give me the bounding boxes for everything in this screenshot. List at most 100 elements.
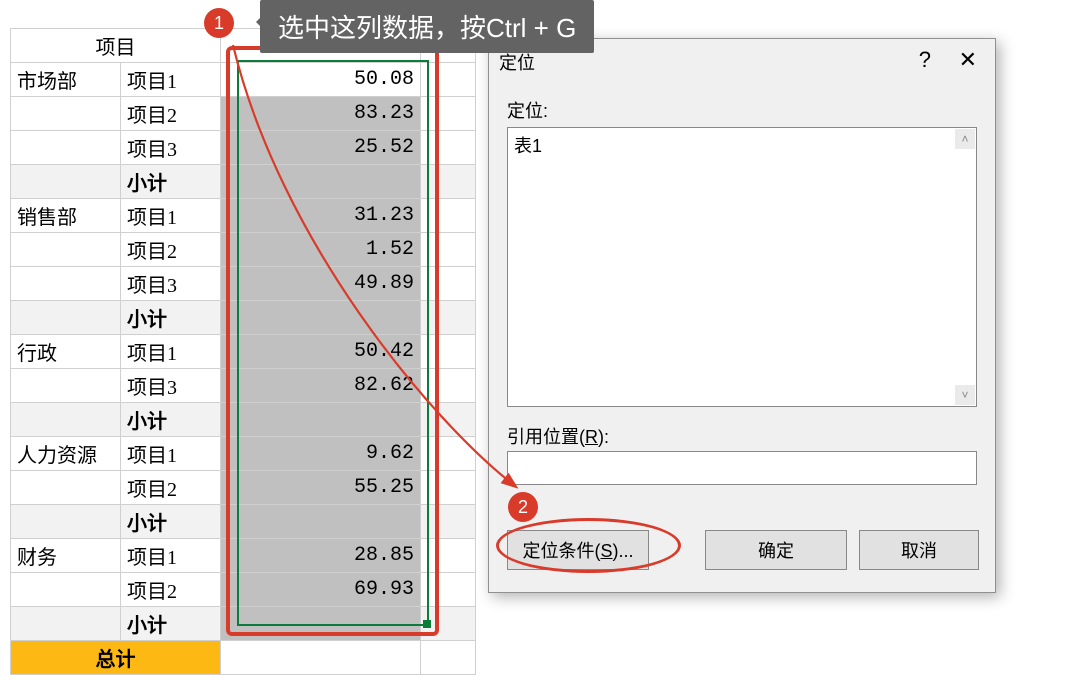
cell-dept[interactable] xyxy=(11,607,121,641)
cell-item[interactable]: 项目3 xyxy=(121,369,221,403)
cell-pad[interactable] xyxy=(421,301,476,335)
goto-listbox[interactable]: 表1 ˄ ˅ xyxy=(507,127,977,407)
goto-dialog: 定位 ? ✕ 定位: 表1 ˄ ˅ 引用位置(R): 定位条件(S)... 确定… xyxy=(488,38,996,593)
cell-item[interactable]: 小计 xyxy=(121,403,221,437)
cell-dept[interactable]: 销售部 xyxy=(11,199,121,233)
cell-item[interactable]: 项目2 xyxy=(121,97,221,131)
cell-value[interactable]: 1.52 xyxy=(221,233,421,267)
cell-pad[interactable] xyxy=(421,63,476,97)
cell-value[interactable]: 55.25 xyxy=(221,471,421,505)
cell-pad[interactable] xyxy=(421,539,476,573)
ok-button[interactable]: 确定 xyxy=(705,530,847,570)
table-row: 项目269.93 xyxy=(11,573,476,607)
cell-value[interactable]: 83.23 xyxy=(221,97,421,131)
special-button[interactable]: 定位条件(S)... xyxy=(507,530,649,570)
annotation-badge-2: 2 xyxy=(508,492,538,522)
cell-value[interactable] xyxy=(221,165,421,199)
goto-label: 定位: xyxy=(507,97,548,123)
cell-value[interactable]: 31.23 xyxy=(221,199,421,233)
cell-value[interactable]: 25.52 xyxy=(221,131,421,165)
tooltip-text: 选中这列数据，按Ctrl + G xyxy=(278,13,576,43)
cell-pad[interactable] xyxy=(421,607,476,641)
cell-pad[interactable] xyxy=(421,335,476,369)
cell-item[interactable]: 项目2 xyxy=(121,573,221,607)
total-label: 总计 xyxy=(11,641,221,675)
scroll-up-icon[interactable]: ˄ xyxy=(955,129,975,149)
cell-dept[interactable] xyxy=(11,267,121,301)
spreadsheet-table[interactable]: 项目 市场部项目150.08项目283.23项目325.52小计销售部项目131… xyxy=(10,28,476,675)
table-row: 人力资源项目19.62 xyxy=(11,437,476,471)
annotation-tooltip: 选中这列数据，按Ctrl + G xyxy=(260,0,594,53)
cell-pad[interactable] xyxy=(421,471,476,505)
cell-item[interactable]: 项目1 xyxy=(121,437,221,471)
cell-pad[interactable] xyxy=(421,233,476,267)
cell-item[interactable]: 项目2 xyxy=(121,471,221,505)
cell-dept[interactable]: 行政 xyxy=(11,335,121,369)
cell-item[interactable]: 项目2 xyxy=(121,233,221,267)
scroll-down-icon[interactable]: ˅ xyxy=(955,385,975,405)
cell-value[interactable]: 50.08 xyxy=(221,63,421,97)
cell-value[interactable]: 50.42 xyxy=(221,335,421,369)
cell-dept[interactable] xyxy=(11,97,121,131)
cell-dept[interactable] xyxy=(11,301,121,335)
cell-item[interactable]: 小计 xyxy=(121,301,221,335)
cell-item[interactable]: 小计 xyxy=(121,607,221,641)
cell-value[interactable]: 49.89 xyxy=(221,267,421,301)
table-row: 小计 xyxy=(11,301,476,335)
cell-pad[interactable] xyxy=(421,369,476,403)
cell-item[interactable]: 项目1 xyxy=(121,199,221,233)
cell-pad[interactable] xyxy=(421,131,476,165)
cell-dept[interactable] xyxy=(11,131,121,165)
cell-pad[interactable] xyxy=(421,573,476,607)
dialog-help-button[interactable]: ? xyxy=(911,45,939,75)
goto-list-item[interactable]: 表1 xyxy=(514,132,970,158)
table-row: 项目325.52 xyxy=(11,131,476,165)
cell-pad[interactable] xyxy=(421,97,476,131)
cell-pad[interactable] xyxy=(421,267,476,301)
cell-dept[interactable] xyxy=(11,403,121,437)
cell-value[interactable] xyxy=(221,403,421,437)
cell-item[interactable]: 小计 xyxy=(121,505,221,539)
cell-pad[interactable] xyxy=(421,199,476,233)
cell-value[interactable] xyxy=(221,505,421,539)
cell-dept[interactable] xyxy=(11,369,121,403)
cell-dept[interactable] xyxy=(11,573,121,607)
annotation-badge-1: 1 xyxy=(204,8,234,38)
cell-value[interactable] xyxy=(221,607,421,641)
header-project: 项目 xyxy=(11,29,221,63)
cell-dept[interactable] xyxy=(11,233,121,267)
cell-value[interactable]: 69.93 xyxy=(221,573,421,607)
cell-pad[interactable] xyxy=(421,403,476,437)
cell-item[interactable]: 项目1 xyxy=(121,63,221,97)
cell-dept[interactable] xyxy=(11,471,121,505)
close-icon[interactable]: ✕ xyxy=(951,45,985,75)
cell-dept[interactable]: 人力资源 xyxy=(11,437,121,471)
cell-dept[interactable] xyxy=(11,165,121,199)
cell-pad[interactable] xyxy=(421,165,476,199)
cell-value[interactable]: 9.62 xyxy=(221,437,421,471)
table-row: 财务项目128.85 xyxy=(11,539,476,573)
cell-dept[interactable] xyxy=(11,505,121,539)
cell-item[interactable]: 项目1 xyxy=(121,335,221,369)
table-row: 行政项目150.42 xyxy=(11,335,476,369)
total-value xyxy=(221,641,421,675)
cell-item[interactable]: 小计 xyxy=(121,165,221,199)
cell-value[interactable]: 82.62 xyxy=(221,369,421,403)
reference-input[interactable] xyxy=(507,451,977,485)
table-row: 项目21.52 xyxy=(11,233,476,267)
table-row: 项目382.62 xyxy=(11,369,476,403)
table-row: 销售部项目131.23 xyxy=(11,199,476,233)
cell-item[interactable]: 项目1 xyxy=(121,539,221,573)
cell-value[interactable] xyxy=(221,301,421,335)
cell-pad[interactable] xyxy=(421,505,476,539)
table-row: 小计 xyxy=(11,607,476,641)
cell-dept[interactable]: 市场部 xyxy=(11,63,121,97)
cell-value[interactable]: 28.85 xyxy=(221,539,421,573)
cancel-button[interactable]: 取消 xyxy=(859,530,979,570)
table-row: 小计 xyxy=(11,505,476,539)
cell-item[interactable]: 项目3 xyxy=(121,267,221,301)
cell-item[interactable]: 项目3 xyxy=(121,131,221,165)
table-row: 项目349.89 xyxy=(11,267,476,301)
cell-pad[interactable] xyxy=(421,437,476,471)
cell-dept[interactable]: 财务 xyxy=(11,539,121,573)
